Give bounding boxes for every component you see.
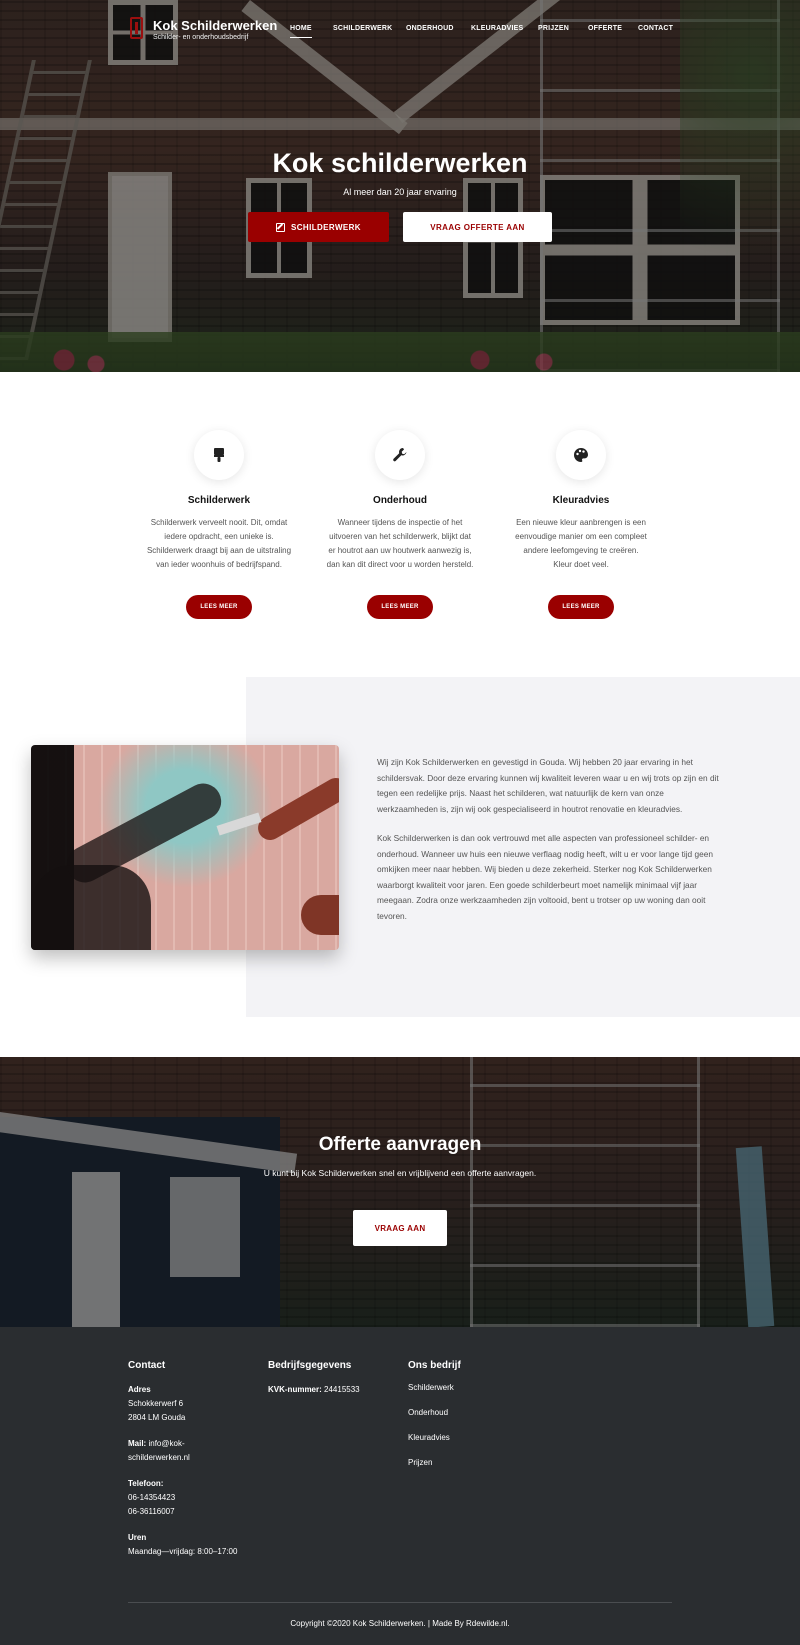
phone-number[interactable]: 06-36116007 <box>128 1505 258 1519</box>
service-description: Schilderwerk verveelt nooit. Dit, omdat … <box>146 518 292 569</box>
service-title: Onderhoud <box>373 495 427 506</box>
footer-link-kleuradvies[interactable]: Kleuradvies <box>408 1433 538 1442</box>
about-paragraph: Kok Schilderwerken is dan ook vertrouwd … <box>377 833 713 921</box>
footer-divider <box>128 1602 672 1603</box>
read-more-button[interactable]: LEES MEER <box>186 595 252 619</box>
hero-title: Kok schilderwerken <box>272 148 528 178</box>
address-label: Adres <box>128 1385 151 1394</box>
phone-number[interactable]: 06-14354423 <box>128 1491 258 1505</box>
mail-link-continued[interactable]: schilderwerken.nl <box>128 1451 258 1465</box>
nav-onderhoud[interactable]: ONDERHOUD <box>406 25 454 32</box>
edit-icon <box>276 222 285 232</box>
quote-title: Offerte aanvragen <box>318 1134 482 1155</box>
footer-heading: Ons bedrijf <box>408 1360 461 1371</box>
quote-section <box>0 1057 800 1327</box>
nav-offerte[interactable]: OFFERTE <box>588 25 622 32</box>
kvk-label: KVK-nummer: <box>268 1385 322 1394</box>
footer-link-prijzen[interactable]: Prijzen <box>408 1458 538 1467</box>
service-title: Schilderwerk <box>187 495 251 506</box>
mail-label: Mail: <box>128 1439 147 1448</box>
main-nav: HOME SCHILDERWERK ONDERHOUD KLEURADVIES … <box>0 25 800 39</box>
paint-brush-icon <box>194 430 244 480</box>
read-more-button[interactable]: LEES MEER <box>367 595 433 619</box>
kvk-value: 24415533 <box>324 1385 360 1394</box>
footer-about: Ons bedrijf Schilderwerk Onderhoud Kleur… <box>408 1360 538 1483</box>
hero-subtitle: Al meer dan 20 jaar ervaring <box>343 187 457 197</box>
mail-link[interactable]: info@kok- <box>148 1439 184 1448</box>
service-title: Kleuradvies <box>552 495 610 506</box>
schilderwerk-button[interactable]: SCHILDERWERK <box>248 212 389 242</box>
request-button[interactable]: VRAAG AAN <box>353 1210 447 1246</box>
wrench-icon <box>375 430 425 480</box>
about-text: Wij zijn Kok Schilderwerken en gevestigd… <box>377 755 722 938</box>
address-line: 2804 LM Gouda <box>128 1413 186 1422</box>
service-description: Een nieuwe kleur aanbrengen is een eenvo… <box>515 518 647 569</box>
nav-contact[interactable]: CONTACT <box>638 25 673 32</box>
navbar: Kok Schilderwerken Schilder- en onderhou… <box>0 0 800 60</box>
hours-value: Maandag—vrijdag: 8:00–17:00 <box>128 1547 238 1556</box>
footer-company: Bedrijfsgegevens KVK-nummer: 24415533 <box>268 1360 398 1397</box>
footer-contact: Contact Adres Schokkerwerf 6 2804 LM Gou… <box>128 1360 258 1571</box>
painting-photo <box>31 745 339 950</box>
copyright: Copyright ©2020 Kok Schilderwerken. | Ma… <box>290 1619 510 1628</box>
quote-text: U kunt bij Kok Schilderwerken snel en vr… <box>263 1168 537 1178</box>
about-paragraph: Wij zijn Kok Schilderwerken en gevestigd… <box>377 757 719 814</box>
request-quote-button[interactable]: VRAAG OFFERTE AAN <box>403 212 552 242</box>
footer <box>0 1327 800 1645</box>
nav-home[interactable]: HOME <box>290 25 312 38</box>
footer-link-onderhoud[interactable]: Onderhoud <box>408 1408 538 1417</box>
nav-schilderwerk[interactable]: SCHILDERWERK <box>333 25 392 32</box>
footer-heading: Contact <box>128 1360 166 1371</box>
read-more-button[interactable]: LEES MEER <box>548 595 614 619</box>
footer-heading: Bedrijfsgegevens <box>268 1360 352 1371</box>
footer-link-schilderwerk[interactable]: Schilderwerk <box>408 1383 538 1392</box>
nav-kleuradvies[interactable]: KLEURADVIES <box>471 25 523 32</box>
hours-label: Uren <box>128 1533 147 1542</box>
schilderwerk-button-label: SCHILDERWERK <box>291 222 361 232</box>
nav-prijzen[interactable]: PRIJZEN <box>538 25 569 32</box>
palette-icon <box>556 430 606 480</box>
address-line: Schokkerwerf 6 <box>128 1399 184 1408</box>
phone-label: Telefoon: <box>128 1479 164 1488</box>
service-description: Wanneer tijdens de inspectie of het uitv… <box>326 518 474 569</box>
